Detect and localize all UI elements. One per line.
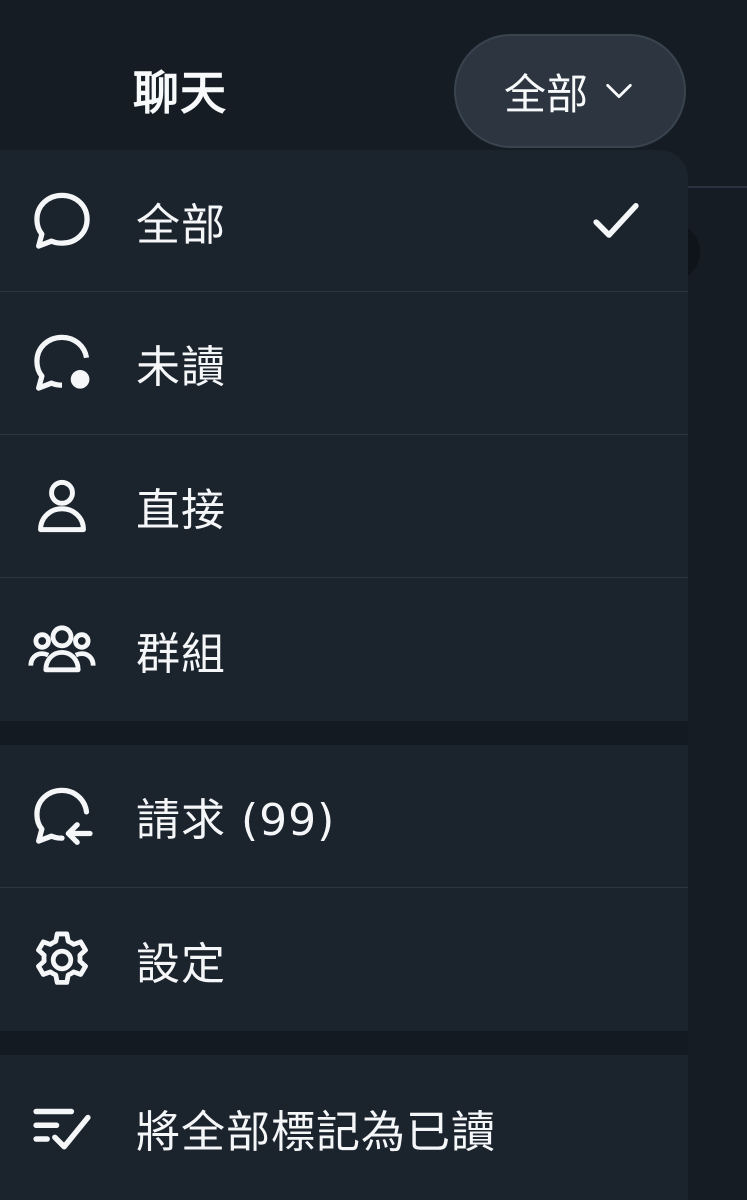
chevron-down-icon <box>602 74 636 108</box>
chat-bubble-unread-icon <box>26 327 98 399</box>
filter-menu: 全部 未讀 直接 群組 請求 (99) 設定 將全部標記為已讀 <box>0 150 688 1200</box>
menu-group-divider <box>0 721 688 745</box>
menu-item-label: 將全部標記為已讀 <box>136 1106 496 1158</box>
person-icon <box>26 470 98 542</box>
menu-item-mark-all-read[interactable]: 將全部標記為已讀 <box>0 1055 688 1200</box>
page-title: 聊天 <box>133 66 227 120</box>
mark-all-read-icon <box>26 1092 98 1164</box>
menu-item-label: 請求 (99) <box>136 795 336 846</box>
menu-item-label: 設定 <box>136 938 226 990</box>
gear-icon <box>26 924 98 996</box>
menu-item-unread[interactable]: 未讀 <box>0 292 688 434</box>
checkmark-icon <box>588 193 644 249</box>
menu-group-divider <box>0 1031 688 1055</box>
chat-bubble-icon <box>26 185 98 257</box>
chat-screen: 聊天 全部 全部 未讀 直接 群組 請求 (99) 設定 將全部標記為已讀 <box>0 0 747 1200</box>
menu-item-requests[interactable]: 請求 (99) <box>0 745 688 887</box>
chat-bubble-request-icon <box>26 780 98 852</box>
menu-item-label: 群組 <box>136 628 226 680</box>
menu-item-label: 全部 <box>136 199 226 251</box>
filter-dropdown-label: 全部 <box>503 69 588 119</box>
menu-item-settings[interactable]: 設定 <box>0 888 688 1031</box>
menu-item-groups[interactable]: 群組 <box>0 578 688 721</box>
menu-item-all[interactable]: 全部 <box>0 150 688 291</box>
menu-item-label: 未讀 <box>136 342 226 393</box>
menu-item-direct[interactable]: 直接 <box>0 435 688 577</box>
filter-dropdown-button[interactable]: 全部 <box>454 34 686 148</box>
people-group-icon <box>26 614 98 686</box>
menu-item-label: 直接 <box>136 485 226 536</box>
